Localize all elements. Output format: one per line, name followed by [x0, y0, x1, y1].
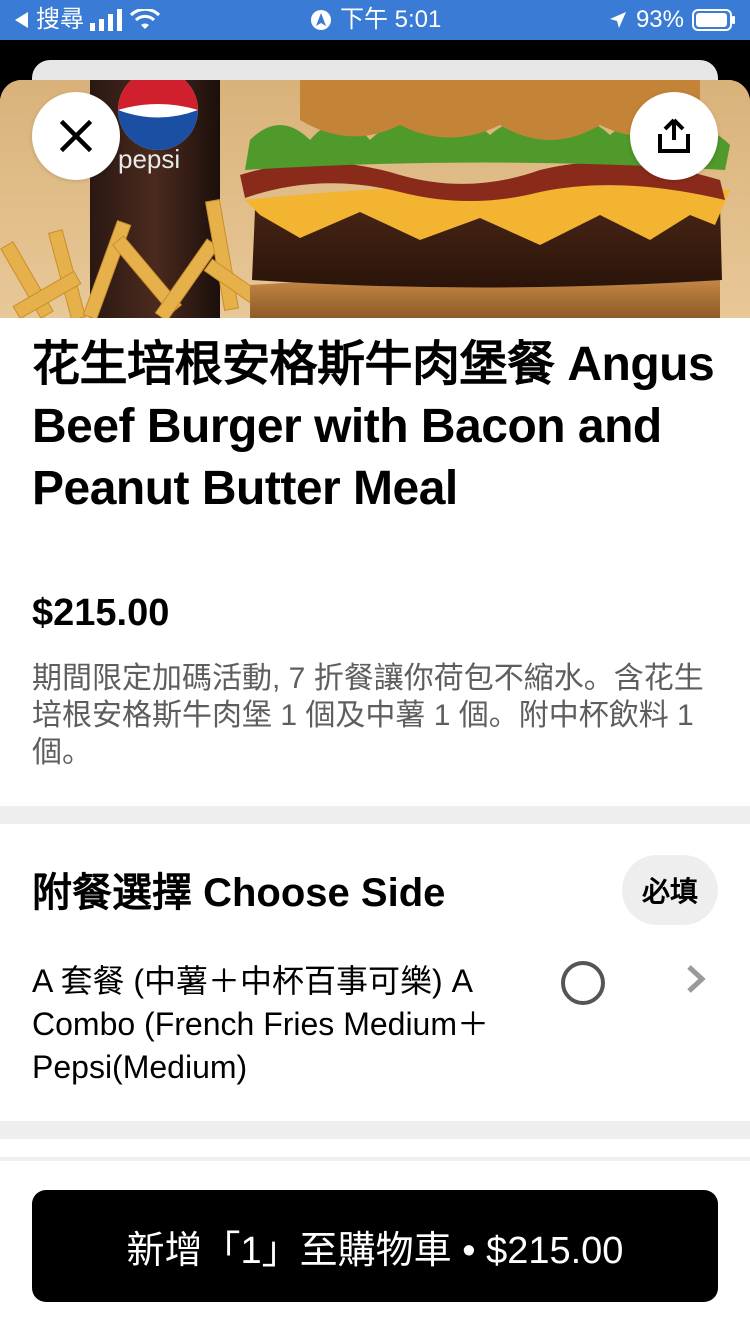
- status-time: 下午 5:01: [340, 6, 442, 33]
- radio-icon[interactable]: [561, 961, 605, 1005]
- back-arrow-icon[interactable]: [12, 10, 30, 30]
- pepsi-logo-text: pepsi: [118, 144, 180, 174]
- footer-divider: [0, 1157, 750, 1161]
- battery-percent: 93%: [635, 6, 684, 33]
- add-to-cart-button[interactable]: 新增「1」至購物車 • $215.00: [32, 1190, 718, 1302]
- location-services-icon: [311, 10, 331, 30]
- wifi-icon: [130, 9, 160, 29]
- location-arrow-icon: [609, 12, 626, 28]
- share-icon: [658, 118, 690, 153]
- item-title: 花生培根安格斯牛肉堡餐 Angus Beef Burger with Bacon…: [32, 338, 715, 515]
- status-bar-center: 下午 5:01: [310, 6, 441, 34]
- item-description: 期間限定加碼活動, 7 折餐讓你荷包不縮水。含花生培根安格斯牛肉堡 1 個及中薯…: [32, 662, 704, 769]
- status-bar-left: 搜尋: [12, 6, 160, 34]
- side-section-title: 附餐選擇 Choose Side: [32, 871, 446, 915]
- status-bar-right: 93%: [608, 6, 736, 34]
- section-divider-bottom: [0, 1121, 750, 1139]
- share-button[interactable]: [630, 92, 718, 180]
- status-bar: 搜尋 下午 5:01 93%: [0, 0, 750, 40]
- item-price: $215.00: [32, 592, 170, 634]
- side-option-label[interactable]: A 套餐 (中薯＋中杯百事可樂) A Combo (French Fries M…: [32, 960, 552, 1089]
- required-badge: 必填: [622, 855, 718, 925]
- close-icon: [59, 119, 93, 153]
- signal-icon: [90, 9, 122, 31]
- section-divider: [0, 806, 750, 824]
- hero-image: pepsi: [0, 80, 750, 318]
- back-app-label[interactable]: 搜尋: [36, 6, 84, 34]
- battery-icon: [692, 9, 735, 31]
- close-button[interactable]: [32, 92, 120, 180]
- item-detail-sheet: pepsi 花生培根安格斯牛肉堡餐 Angus Beef Burger with…: [0, 80, 750, 1334]
- chevron-right-icon[interactable]: [684, 964, 708, 994]
